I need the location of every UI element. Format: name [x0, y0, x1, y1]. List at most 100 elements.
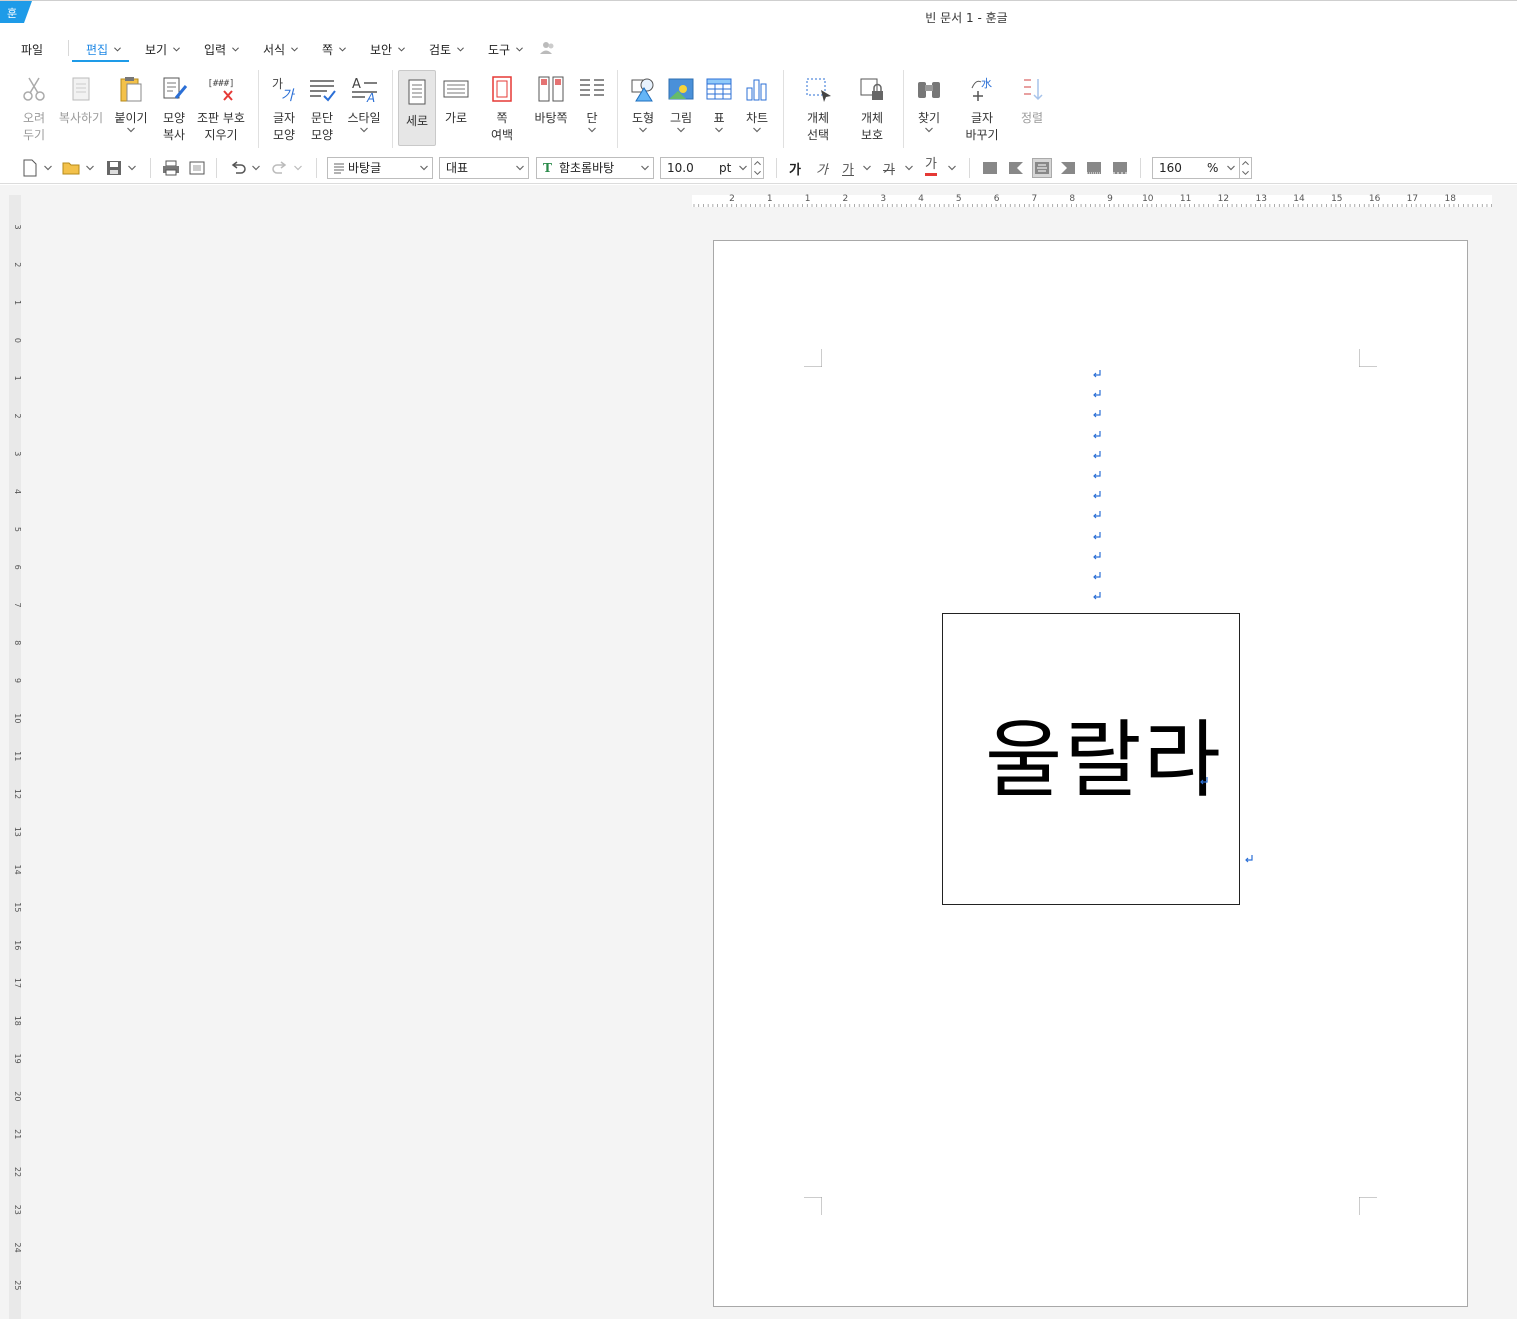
underline-button[interactable]: 가: [842, 159, 854, 178]
font-select[interactable]: T 함초롬바탕: [536, 157, 654, 179]
lock-icon: [860, 78, 883, 100]
menu-view[interactable]: 보기: [145, 41, 181, 58]
align-divide-icon[interactable]: [1111, 159, 1129, 177]
font-size-input[interactable]: 10.0 pt: [660, 157, 752, 179]
undo-icon[interactable]: [229, 159, 247, 177]
font-size-value: 10.0: [667, 161, 694, 175]
clear-codes-icon: [###]: [207, 79, 235, 101]
toolbar-divider: [150, 158, 151, 178]
paragraph-mark-icon: [1093, 531, 1101, 540]
menu-review[interactable]: 검토: [429, 41, 465, 58]
strikethrough-button[interactable]: 가: [883, 159, 895, 178]
collaboration-icon[interactable]: [539, 40, 557, 56]
chevron-down-icon[interactable]: [128, 165, 136, 171]
menu-format[interactable]: 서식: [263, 41, 299, 58]
chevron-down-icon[interactable]: [639, 127, 647, 133]
object-protect-button[interactable]: 개체 보호: [852, 68, 892, 144]
text-box-content[interactable]: 울랄라: [985, 710, 1223, 810]
sort-button[interactable]: 정렬: [1016, 68, 1048, 127]
replace-char-button[interactable]: 水 글자 바꾸기: [962, 68, 1002, 144]
menu-insert[interactable]: 입력: [204, 41, 240, 58]
format-copy-button[interactable]: 모양 복사: [156, 68, 192, 144]
zoom-input[interactable]: 160 %: [1152, 157, 1240, 179]
format-copy-label: 모양 복사: [162, 111, 186, 142]
chevron-down-icon[interactable]: [294, 165, 302, 171]
print-preview-icon[interactable]: [188, 159, 206, 177]
chevron-down-icon[interactable]: [588, 127, 596, 133]
chevron-down-icon[interactable]: [127, 127, 135, 133]
style-select[interactable]: 바탕글: [327, 157, 433, 179]
align-justify-icon[interactable]: [981, 159, 999, 177]
paragraph-mark-icon: [1093, 430, 1101, 439]
align-left-icon[interactable]: [1007, 159, 1025, 177]
style-button[interactable]: AA 스타일: [344, 68, 384, 133]
chevron-down-icon[interactable]: [863, 165, 871, 171]
chevron-down-icon[interactable]: [44, 165, 52, 171]
chevron-down-icon[interactable]: [948, 165, 956, 171]
ruler-label: 13: [13, 827, 22, 837]
open-folder-icon[interactable]: [62, 159, 80, 177]
chevron-down-icon[interactable]: [360, 127, 368, 133]
chevron-down-icon[interactable]: [753, 127, 761, 133]
menu-file[interactable]: 파일: [21, 41, 43, 58]
align-distribute-icon[interactable]: [1085, 159, 1103, 177]
truetype-font-icon: T: [543, 161, 552, 175]
portrait-button[interactable]: 세로: [398, 70, 436, 146]
picture-button[interactable]: 그림: [664, 68, 698, 133]
paste-button[interactable]: 붙이기: [113, 68, 149, 133]
replace-icon: 水: [971, 77, 992, 101]
chevron-down-icon[interactable]: [925, 127, 933, 133]
chevron-down-icon: [457, 47, 465, 52]
page-margin-button[interactable]: 쪽 여백: [484, 68, 520, 144]
chevron-down-icon[interactable]: [252, 165, 260, 171]
print-icon[interactable]: [162, 159, 180, 177]
save-icon[interactable]: [105, 159, 123, 177]
font-color-button[interactable]: 가: [925, 157, 937, 176]
find-button[interactable]: 찾기: [913, 68, 945, 133]
ruler-label: 12: [13, 789, 22, 799]
ruler-label: 13: [1255, 194, 1266, 204]
text-box[interactable]: 울랄라: [942, 613, 1240, 905]
menu-edit-label: 편집: [86, 43, 109, 57]
object-select-button[interactable]: 개체 선택: [798, 68, 838, 144]
vertical-ruler[interactable]: 3210123456789101112131415161718192021222…: [8, 195, 22, 1319]
italic-button[interactable]: 가: [816, 159, 828, 178]
chevron-down-icon[interactable]: [677, 127, 685, 133]
chevron-down-icon[interactable]: [86, 165, 94, 171]
style-glyph-2: A: [366, 91, 375, 104]
menu-edit[interactable]: 편집: [86, 41, 122, 58]
columns-button[interactable]: 단: [576, 68, 608, 133]
cut-button[interactable]: 오려 두기: [16, 68, 52, 144]
chevron-down-icon[interactable]: [905, 165, 913, 171]
font-size-spinner[interactable]: [752, 157, 764, 179]
table-button[interactable]: 표: [702, 68, 736, 133]
chevron-down-icon: [516, 165, 524, 171]
redo-icon[interactable]: [271, 159, 289, 177]
horizontal-ruler[interactable]: 2 1 1 2 3 4 5 6 7 8 9 10 11 12 13 14 15 16 17 18: [692, 190, 1492, 212]
menu-tools[interactable]: 도구: [488, 41, 524, 58]
menu-page[interactable]: 쪽: [322, 41, 346, 58]
paragraph-mark-icon: [1093, 551, 1101, 560]
menu-security[interactable]: 보안: [370, 41, 406, 58]
paste-label: 붙이기: [114, 111, 148, 125]
menu-file-label: 파일: [21, 43, 44, 57]
zoom-spinner[interactable]: [1240, 157, 1252, 179]
chevron-down-icon[interactable]: [715, 127, 723, 133]
copy-button[interactable]: 복사하기: [57, 68, 105, 127]
shape-button[interactable]: 도형: [626, 68, 660, 133]
chart-button[interactable]: 차트: [740, 68, 774, 133]
language-select[interactable]: 대표: [439, 157, 529, 179]
format-brush-icon: [163, 77, 188, 99]
align-right-icon[interactable]: [1059, 159, 1077, 177]
ruler-label: 5: [956, 194, 962, 204]
title-bar: 훈 빈 문서 1 - 훈글: [0, 0, 1517, 34]
background-page-button[interactable]: 바탕쪽: [531, 68, 571, 127]
char-shape-button[interactable]: 가가 글자 모양: [266, 68, 302, 144]
new-document-icon[interactable]: [21, 159, 39, 177]
landscape-button[interactable]: 가로: [439, 68, 473, 127]
align-center-icon[interactable]: [1032, 158, 1052, 178]
bold-button[interactable]: 가: [789, 159, 801, 178]
para-shape-button[interactable]: 문단 모양: [304, 68, 340, 144]
clear-codes-button[interactable]: [###] 조판 부호 지우기: [197, 68, 245, 144]
portrait-page-icon: [408, 79, 426, 105]
